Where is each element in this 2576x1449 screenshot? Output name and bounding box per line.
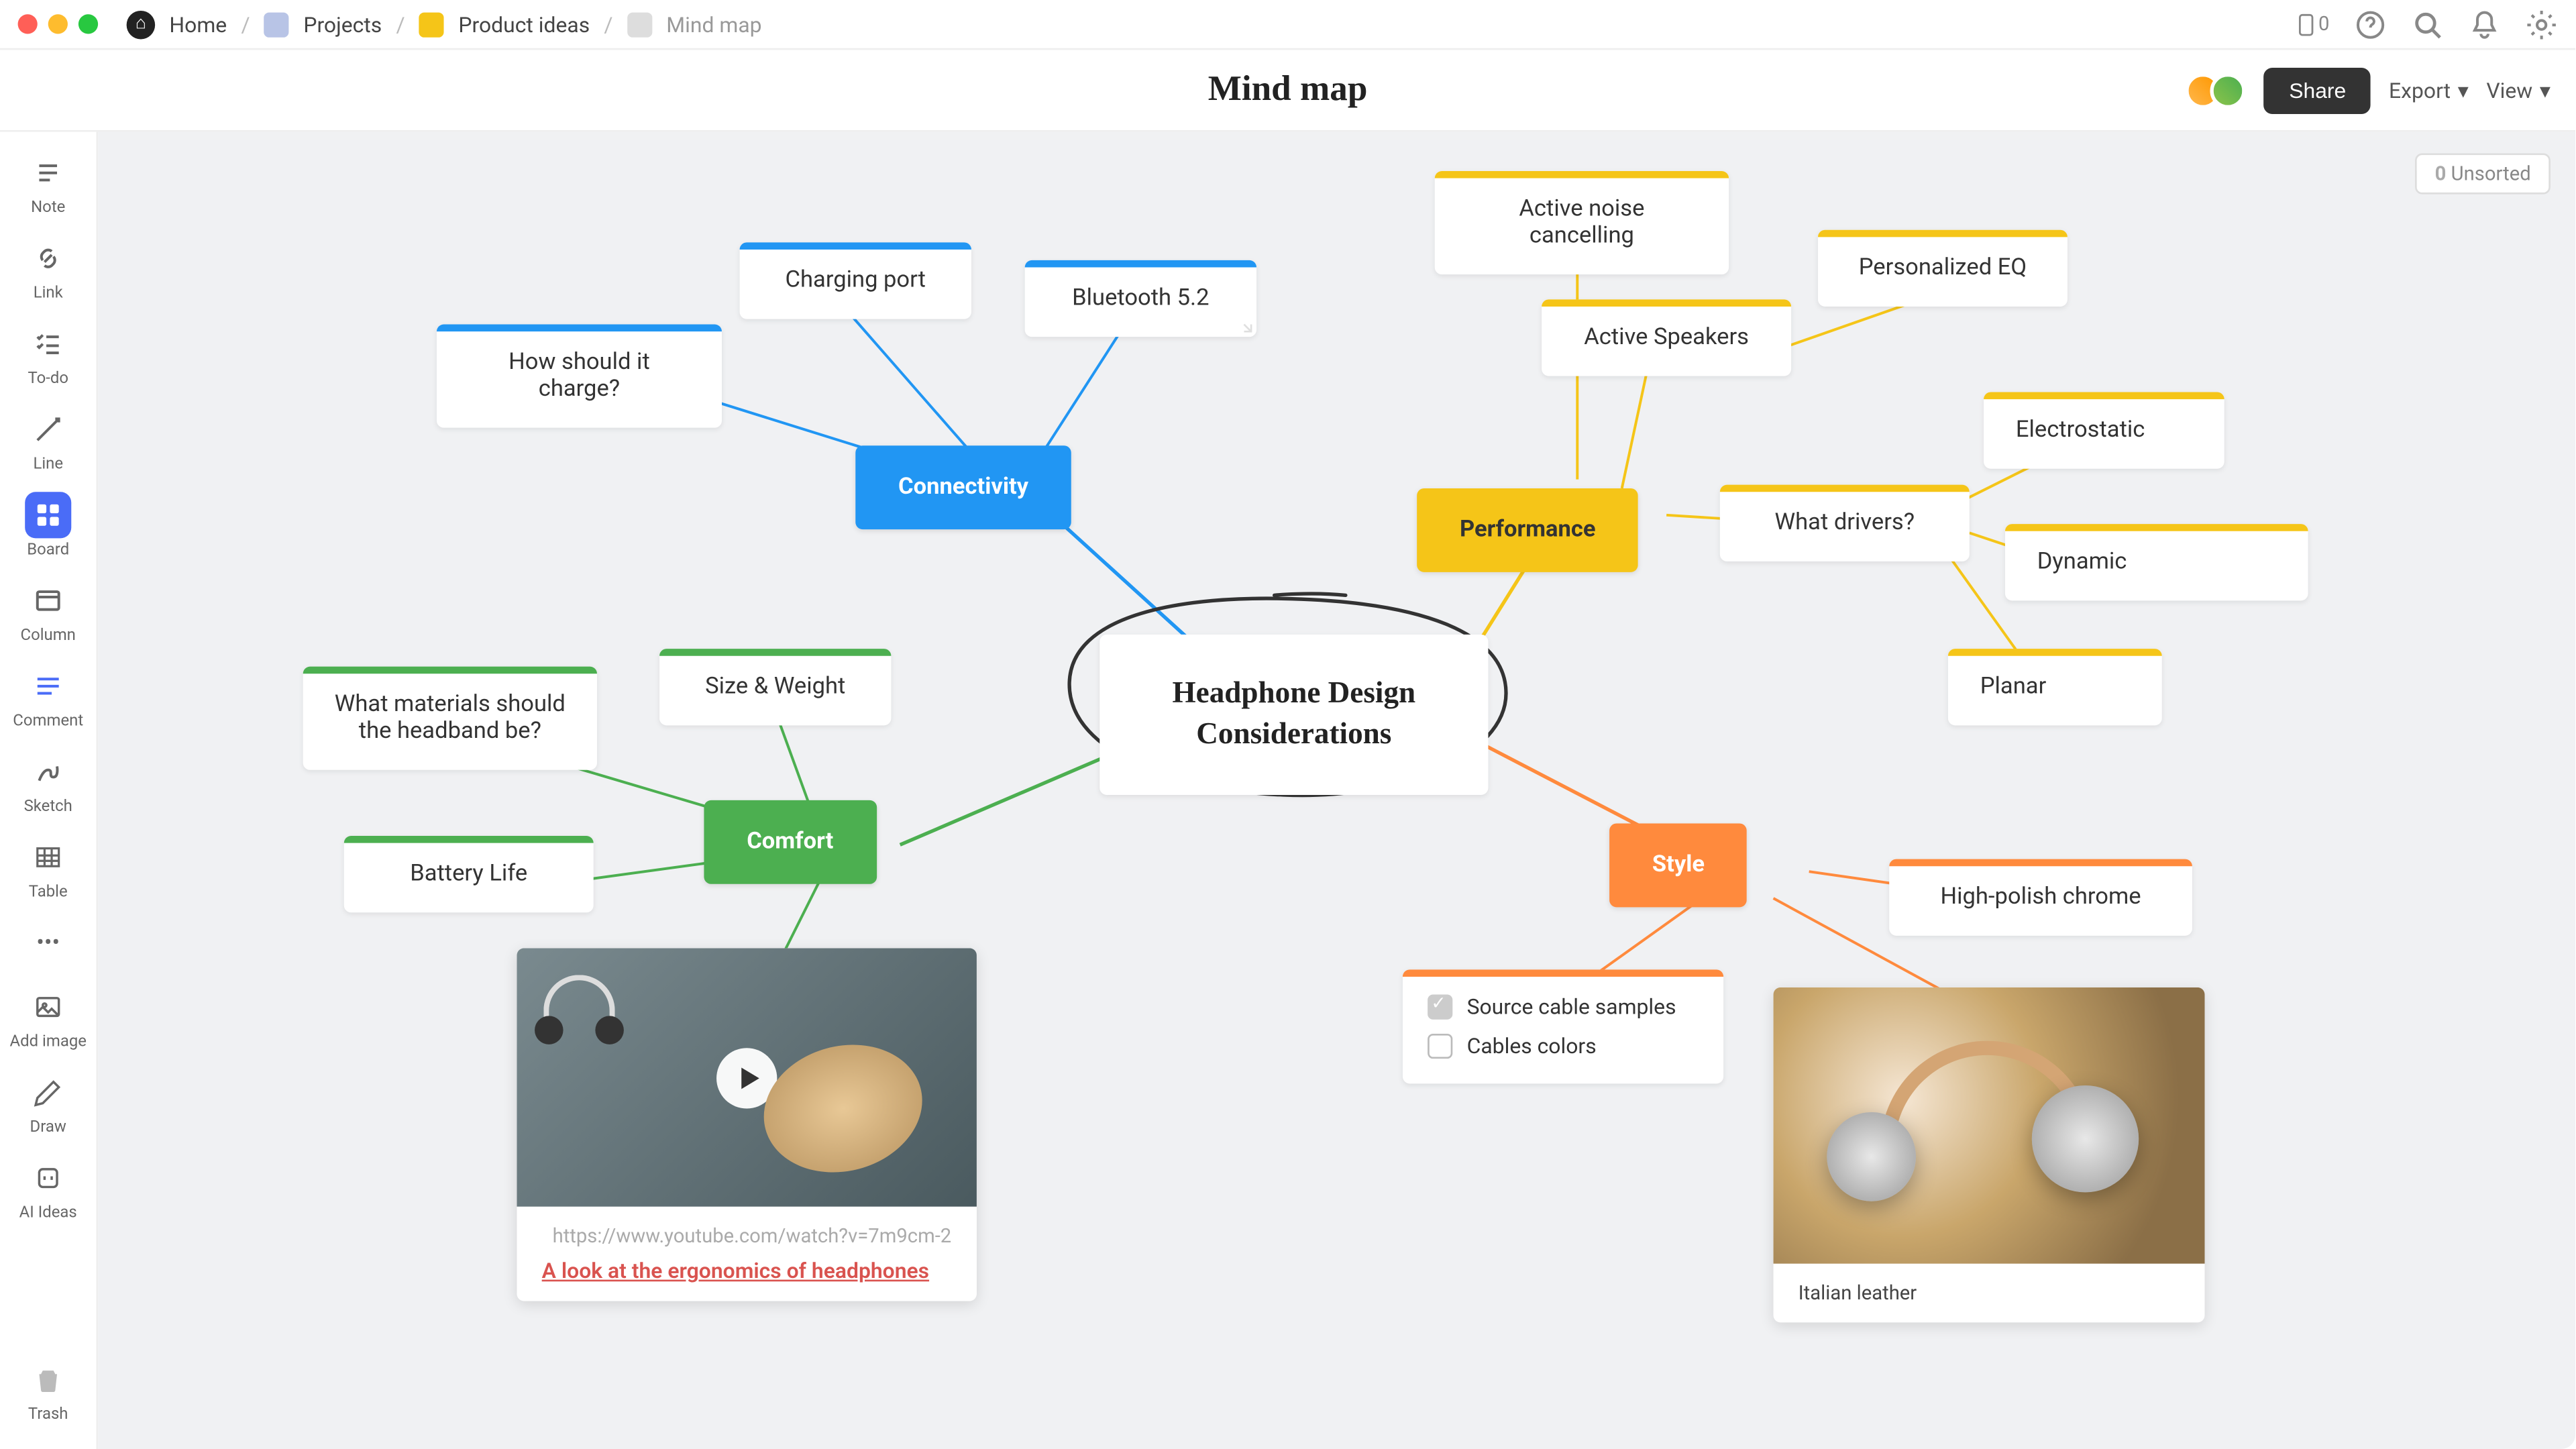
image-icon (25, 984, 71, 1030)
gear-icon[interactable] (2526, 8, 2558, 40)
comment-icon (25, 663, 71, 709)
node-chrome[interactable]: High-polish chrome (1889, 859, 2192, 936)
crumb-home[interactable]: Home (169, 11, 227, 36)
view-dropdown[interactable]: View▾ (2486, 78, 2551, 103)
node-planar[interactable]: Planar (1948, 649, 2162, 725)
crumb-projects[interactable]: Projects (303, 11, 382, 36)
tool-comment[interactable]: Comment (9, 656, 87, 738)
checklist-item[interactable]: Source cable samples (1428, 987, 1699, 1026)
search-icon[interactable] (2412, 8, 2444, 40)
node-anc[interactable]: Active noise cancelling (1435, 171, 1729, 274)
tool-draw[interactable]: Draw (9, 1062, 87, 1144)
note-icon (25, 150, 71, 196)
node-charging-port[interactable]: Charging port (740, 242, 971, 319)
tool-todo[interactable]: To-do (9, 314, 87, 396)
folder-chip-icon (419, 11, 444, 36)
video-thumbnail[interactable] (517, 948, 976, 1206)
titlebar: ⌂ Home / Projects / Product ideas / Mind… (0, 0, 2575, 50)
window-minimize[interactable] (48, 14, 68, 34)
node-dynamic[interactable]: Dynamic (2005, 524, 2308, 600)
tool-sidebar: Note Link To-do Line Board Column Commen… (0, 132, 98, 1449)
image-caption: Italian leather (1774, 1264, 2205, 1323)
link-icon (25, 235, 71, 282)
node-materials-question[interactable]: What materials should the headband be? (303, 667, 597, 770)
folder-chip-icon (627, 11, 652, 36)
node-battery-life[interactable]: Battery Life (344, 836, 594, 912)
hub-comfort[interactable]: Comfort (704, 800, 876, 884)
tool-line[interactable]: Line (9, 399, 87, 481)
table-icon (25, 834, 71, 880)
crumb-current[interactable]: Mind map (666, 11, 761, 36)
tool-link[interactable]: Link (9, 228, 87, 310)
pencil-icon (25, 1069, 71, 1116)
image-thumbnail (1774, 987, 2205, 1264)
page-header: Mind map Share Export▾ View▾ (0, 50, 2575, 131)
bell-icon[interactable] (2469, 8, 2501, 40)
tool-trash[interactable]: Trash (9, 1349, 87, 1431)
collaborator-avatars[interactable] (2186, 72, 2246, 108)
video-card[interactable]: https://www.youtube.com/watch?v=7m9cm-2l… (517, 948, 976, 1301)
chevron-down-icon: ▾ (2458, 78, 2469, 103)
more-icon: ••• (25, 920, 71, 966)
home-icon: ⌂ (127, 10, 156, 39)
help-icon[interactable] (2355, 8, 2387, 40)
device-count: 0 (2318, 13, 2329, 36)
todo-icon (25, 321, 71, 367)
node-charge-question[interactable]: How should it charge? (437, 325, 722, 428)
checklist-item[interactable]: Cables colors (1428, 1026, 1699, 1065)
canvas[interactable]: 0 Unsorted (98, 132, 2575, 1449)
ai-icon (25, 1155, 71, 1201)
breadcrumb: ⌂ Home / Projects / Product ideas / Mind… (127, 10, 762, 39)
checkbox-checked-icon[interactable] (1428, 995, 1452, 1020)
resize-handle-icon[interactable] (1235, 315, 1253, 333)
tool-column[interactable]: Column (9, 570, 87, 652)
tool-note[interactable]: Note (9, 143, 87, 225)
export-dropdown[interactable]: Export▾ (2389, 78, 2469, 103)
tool-sketch[interactable]: Sketch (9, 741, 87, 823)
avatar (2210, 72, 2246, 108)
tool-more[interactable]: ••• (9, 912, 87, 973)
node-size-weight[interactable]: Size & Weight (659, 649, 891, 725)
window-close[interactable] (18, 14, 38, 34)
window-zoom[interactable] (78, 14, 98, 34)
unsorted-badge[interactable]: 0 Unsorted (2415, 153, 2551, 194)
hub-connectivity[interactable]: Connectivity (855, 445, 1071, 529)
sketch-icon (25, 749, 71, 795)
column-icon (25, 578, 71, 624)
video-url: https://www.youtube.com/watch?v=7m9cm-2l (542, 1224, 952, 1248)
center-node[interactable]: Headphone Design Considerations (1099, 635, 1488, 795)
crumb-product-ideas[interactable]: Product ideas (458, 11, 590, 36)
share-button[interactable]: Share (2264, 67, 2371, 113)
image-card[interactable]: Italian leather (1774, 987, 2205, 1322)
chevron-down-icon: ▾ (2540, 78, 2551, 103)
hub-style[interactable]: Style (1609, 823, 1748, 907)
tool-board[interactable]: Board (9, 485, 87, 567)
checkbox-icon[interactable] (1428, 1034, 1452, 1059)
node-bluetooth[interactable]: Bluetooth 5.2 (1025, 260, 1256, 337)
video-title-link[interactable]: A look at the ergonomics of headphones (542, 1258, 952, 1283)
trash-icon (25, 1356, 71, 1403)
line-icon (25, 407, 71, 453)
node-electrostatic[interactable]: Electrostatic (1984, 392, 2224, 469)
board-icon (25, 492, 71, 538)
node-personalized-eq[interactable]: Personalized EQ (1818, 230, 2068, 307)
node-active-speakers[interactable]: Active Speakers (1542, 299, 1791, 376)
tool-add-image[interactable]: Add image (9, 977, 87, 1059)
device-icon[interactable]: 0 (2298, 8, 2330, 40)
hub-performance[interactable]: Performance (1417, 488, 1638, 572)
tool-ai-ideas[interactable]: AI Ideas (9, 1148, 87, 1230)
tool-table[interactable]: Table (9, 827, 87, 909)
folder-chip-icon (264, 11, 289, 36)
node-drivers-question[interactable]: What drivers? (1720, 485, 1970, 561)
page-title: Mind map (1208, 70, 1368, 111)
node-checklist[interactable]: Source cable samples Cables colors (1403, 969, 1723, 1083)
